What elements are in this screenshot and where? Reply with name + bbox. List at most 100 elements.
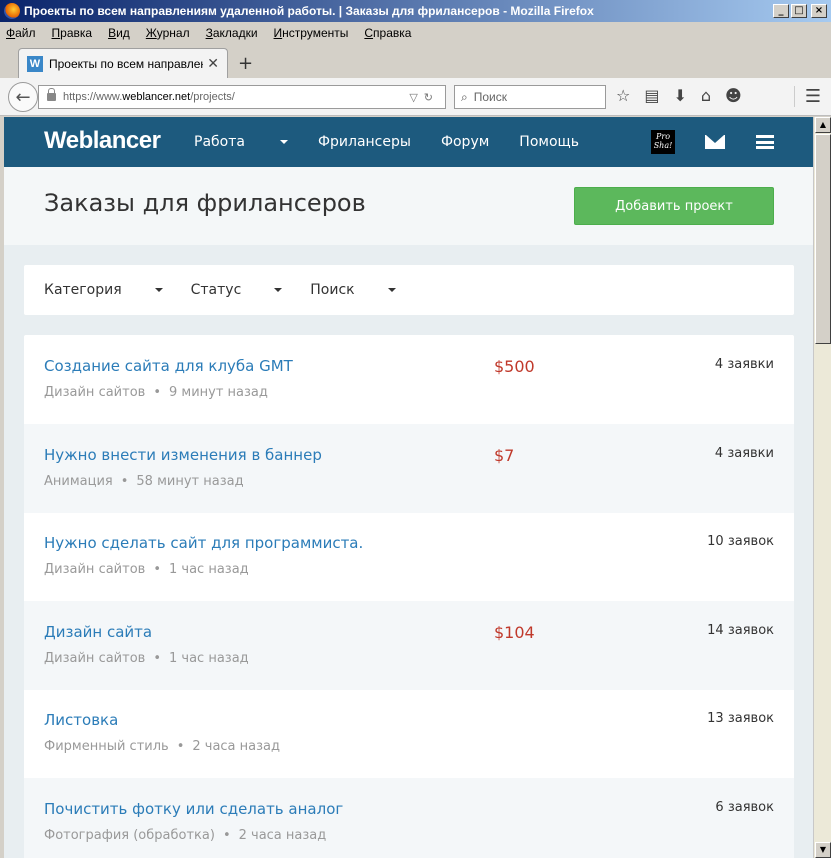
menu-tools[interactable]: Инструменты bbox=[274, 26, 349, 40]
url-bar[interactable]: https://www.weblancer.net/projects/ ▽↻ bbox=[38, 85, 446, 109]
project-category-link[interactable]: Дизайн сайтов bbox=[44, 651, 145, 666]
project-meta: Дизайн сайтов • 9 минут назад bbox=[44, 385, 268, 400]
project-time: 1 час назад bbox=[169, 651, 249, 666]
project-price: $7 bbox=[494, 446, 515, 465]
navigation-toolbar: ← https://www.weblancer.net/projects/ ▽↻… bbox=[0, 78, 831, 116]
project-title-link[interactable]: Создание сайта для клуба GMT bbox=[44, 357, 293, 375]
project-time: 2 часа назад bbox=[192, 739, 280, 754]
site-header: Weblancer Работа Фрилансеры Форум Помощь… bbox=[4, 117, 813, 167]
search-placeholder: Поиск bbox=[473, 90, 507, 104]
project-title-link[interactable]: Нужно сделать сайт для программиста. bbox=[44, 534, 363, 552]
menu-edit[interactable]: Правка bbox=[52, 26, 93, 40]
menu-file[interactable]: Файл bbox=[6, 26, 36, 40]
dropdown-arrow-icon[interactable]: ▽ bbox=[409, 92, 423, 104]
tabstrip: W Проекты по всем направлен… ✕ + bbox=[0, 44, 831, 78]
scroll-thumb[interactable] bbox=[815, 134, 831, 344]
menu-history[interactable]: Журнал bbox=[146, 26, 190, 40]
project-bids: 10 заявок bbox=[707, 534, 774, 549]
site-logo[interactable]: Weblancer bbox=[44, 127, 161, 155]
nav-forum[interactable]: Форум bbox=[441, 134, 489, 150]
project-row: Дизайн сайта Дизайн сайтов • 1 час назад $… bbox=[24, 601, 794, 690]
project-title-link[interactable]: Почистить фотку или сделать аналог bbox=[44, 800, 343, 818]
project-time: 1 час назад bbox=[169, 562, 249, 577]
project-row: Почистить фотку или сделать аналог Фотог… bbox=[24, 778, 794, 858]
back-arrow-icon: ← bbox=[15, 86, 31, 108]
maximize-button[interactable]: □ bbox=[791, 4, 807, 18]
menu-help[interactable]: Справка bbox=[364, 26, 411, 40]
title-band: Заказы для фрилансеров Добавить проект bbox=[4, 167, 813, 245]
download-icon[interactable]: ⬇ bbox=[673, 86, 686, 105]
project-category-link[interactable]: Дизайн сайтов bbox=[44, 562, 145, 577]
hamburger-menu-icon[interactable] bbox=[756, 135, 774, 149]
nav-freelancers[interactable]: Фрилансеры bbox=[318, 134, 411, 150]
scroll-down-arrow-icon[interactable]: ▼ bbox=[815, 842, 831, 858]
nav-work[interactable]: Работа bbox=[194, 134, 288, 150]
project-time: 9 минут назад bbox=[169, 385, 268, 400]
project-price: $104 bbox=[494, 623, 535, 642]
search-bar[interactable]: ⌕ Поиск bbox=[454, 85, 606, 109]
filter-category[interactable]: Категория bbox=[44, 282, 163, 298]
menu-bookmarks[interactable]: Закладки bbox=[206, 26, 258, 40]
project-meta: Дизайн сайтов • 1 час назад bbox=[44, 651, 249, 666]
project-meta: Фирменный стиль • 2 часа назад bbox=[44, 739, 280, 754]
project-time: 2 часа назад bbox=[238, 828, 327, 843]
minimize-button[interactable]: _ bbox=[773, 4, 789, 18]
caret-down-icon bbox=[387, 288, 396, 292]
project-category-link[interactable]: Фирменный стиль bbox=[44, 739, 169, 754]
project-category-link[interactable]: Фотография (обработка) bbox=[44, 828, 215, 843]
add-project-button[interactable]: Добавить проект bbox=[574, 187, 774, 225]
tab-label: Проекты по всем направлен… bbox=[49, 56, 204, 71]
project-meta: Анимация • 58 минут назад bbox=[44, 474, 244, 489]
reload-icon[interactable]: ↻ bbox=[424, 92, 439, 104]
back-button[interactable]: ← bbox=[8, 82, 38, 112]
scroll-up-arrow-icon[interactable]: ▲ bbox=[815, 117, 831, 133]
reading-list-icon[interactable]: ▤ bbox=[644, 86, 659, 105]
page-title: Заказы для фрилансеров bbox=[44, 189, 366, 217]
vertical-scrollbar[interactable]: ▲ ▼ bbox=[813, 117, 831, 858]
filter-bar: Категория Статус Поиск bbox=[24, 265, 794, 315]
browser-menu-icon[interactable]: ☰ bbox=[793, 86, 821, 107]
project-title-link[interactable]: Нужно внести изменения в баннер bbox=[44, 446, 322, 464]
project-title-link[interactable]: Дизайн сайта bbox=[44, 623, 152, 641]
project-title-link[interactable]: Листовка bbox=[44, 711, 118, 729]
project-row: Листовка Фирменный стиль • 2 часа назад 13… bbox=[24, 689, 794, 778]
bookmark-star-icon[interactable]: ☆ bbox=[616, 86, 630, 105]
caret-down-icon bbox=[274, 288, 283, 292]
page-viewport: Weblancer Работа Фрилансеры Форум Помощь… bbox=[4, 117, 813, 858]
close-window-button[interactable]: × bbox=[811, 4, 827, 18]
window-titlebar: Проекты по всем направлениям удаленной р… bbox=[0, 0, 831, 22]
lock-icon bbox=[47, 88, 56, 101]
caret-down-icon bbox=[154, 288, 163, 292]
smiley-icon[interactable]: ☻ bbox=[725, 86, 742, 105]
menu-view[interactable]: Вид bbox=[108, 26, 130, 40]
caret-down-icon bbox=[279, 140, 288, 144]
menubar: Файл Правка Вид Журнал Закладки Инструме… bbox=[0, 22, 831, 44]
project-category-link[interactable]: Анимация bbox=[44, 474, 113, 489]
weblancer-favicon-icon: W bbox=[27, 55, 43, 72]
project-row: Нужно внести изменения в баннер Анимация… bbox=[24, 424, 794, 513]
browser-tab[interactable]: W Проекты по всем направлен… ✕ bbox=[18, 48, 228, 78]
nav-help[interactable]: Помощь bbox=[519, 134, 579, 150]
project-bids: 4 заявки bbox=[714, 357, 774, 372]
project-category-link[interactable]: Дизайн сайтов bbox=[44, 385, 145, 400]
project-bids: 6 заявок bbox=[715, 800, 774, 815]
url-text: https://www.weblancer.net/projects/ bbox=[63, 91, 235, 103]
proshot-logo[interactable]: Pro Sha! bbox=[651, 130, 675, 154]
project-meta: Фотография (обработка) • 2 часа назад bbox=[44, 828, 327, 843]
filter-search[interactable]: Поиск bbox=[310, 282, 396, 298]
project-row: Нужно сделать сайт для программиста. Диз… bbox=[24, 512, 794, 601]
project-bids: 14 заявок bbox=[707, 623, 774, 638]
project-meta: Дизайн сайтов • 1 час назад bbox=[44, 562, 249, 577]
new-tab-icon[interactable]: + bbox=[238, 53, 253, 74]
project-bids: 13 заявок bbox=[707, 711, 774, 726]
project-row: Создание сайта для клуба GMT Дизайн сайт… bbox=[24, 335, 794, 424]
filter-status[interactable]: Статус bbox=[191, 282, 283, 298]
firefox-icon bbox=[4, 3, 20, 19]
site-nav: Работа Фрилансеры Форум Помощь bbox=[194, 117, 609, 167]
project-list: Создание сайта для клуба GMT Дизайн сайт… bbox=[24, 335, 794, 858]
search-icon: ⌕ bbox=[461, 89, 468, 104]
project-price: $500 bbox=[494, 357, 535, 376]
home-icon[interactable]: ⌂ bbox=[701, 86, 711, 105]
tab-close-icon[interactable]: ✕ bbox=[207, 55, 219, 72]
mail-icon[interactable] bbox=[705, 135, 725, 149]
